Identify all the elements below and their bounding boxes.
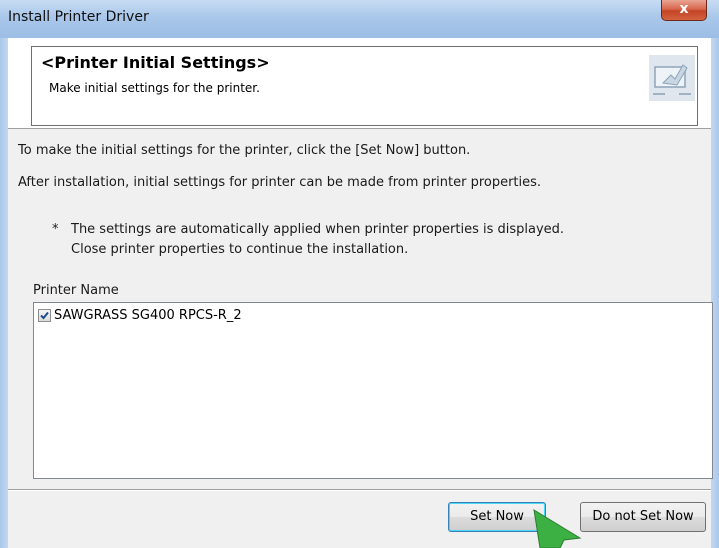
header-panel: <Printer Initial Settings> Make initial … xyxy=(8,38,711,129)
do-not-set-now-button[interactable]: Do not Set Now xyxy=(580,502,706,532)
window-title: Install Printer Driver xyxy=(8,9,149,25)
printer-name-label: Printer Name xyxy=(33,283,119,298)
header-title: <Printer Initial Settings> xyxy=(41,53,270,72)
printer-list[interactable]: SAWGRASS SG400 RPCS-R_2 xyxy=(33,302,713,479)
header-subtitle: Make initial settings for the printer. xyxy=(49,81,260,95)
install-printer-driver-window: Install Printer Driver x <Printer Initia… xyxy=(0,0,719,548)
printer-checkbox[interactable] xyxy=(38,309,51,322)
content-area: To make the initial settings for the pri… xyxy=(8,129,713,489)
instruction-line-2: After installation, initial settings for… xyxy=(18,175,542,190)
pointer-arrow-icon xyxy=(533,509,582,548)
note-marker: * xyxy=(52,222,59,237)
list-item[interactable]: SAWGRASS SG400 RPCS-R_2 xyxy=(38,308,242,323)
header-box: <Printer Initial Settings> Make initial … xyxy=(31,46,698,126)
printer-name: SAWGRASS SG400 RPCS-R_2 xyxy=(54,308,242,323)
close-button[interactable]: x xyxy=(661,0,707,21)
note-line-1: The settings are automatically applied w… xyxy=(71,222,565,237)
checkmark-icon xyxy=(40,311,49,320)
button-separator xyxy=(8,489,711,491)
title-bar[interactable]: Install Printer Driver x xyxy=(0,0,719,39)
instruction-line-1: To make the initial settings for the pri… xyxy=(18,143,471,158)
window-frame-left xyxy=(0,38,8,548)
note-line-2: Close printer properties to continue the… xyxy=(71,242,409,257)
settings-monitor-icon xyxy=(649,55,695,101)
